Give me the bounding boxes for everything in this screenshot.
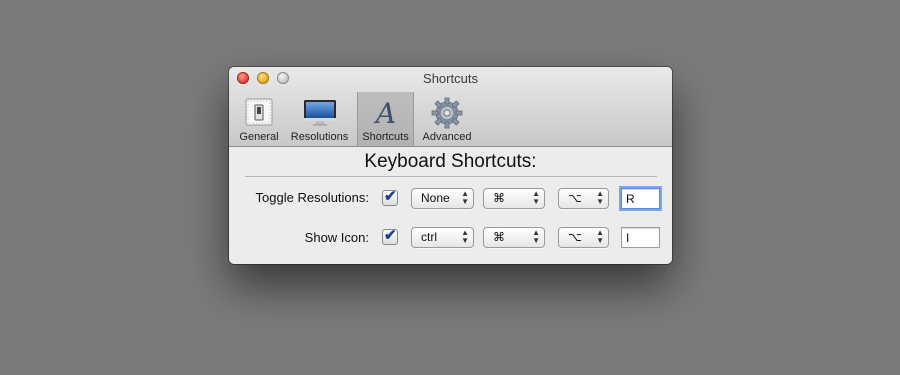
svg-text:A: A (372, 97, 395, 127)
gear-icon (431, 97, 463, 134)
updown-arrows-icon: ▲ ▼ (461, 228, 469, 245)
key-value: I (626, 231, 630, 245)
shortcuts-pane: Keyboard Shortcuts: Toggle Resolutions: … (229, 147, 672, 264)
monitor-icon (302, 97, 338, 132)
tab-shortcuts[interactable]: A Shortcuts (357, 92, 414, 146)
show-icon-key-field[interactable]: I (621, 227, 660, 248)
show-icon-modifier3-popup[interactable]: ⌥ ▲ ▼ (558, 227, 609, 248)
toggle-resolutions-label: Toggle Resolutions: (255, 190, 369, 205)
divider (245, 176, 657, 177)
tab-resolutions-label: Resolutions (290, 131, 349, 143)
show-icon-checkbox[interactable]: ✔ (382, 227, 398, 245)
toggle-resolutions-modifier3-popup[interactable]: ⌥ ▲ ▼ (558, 188, 609, 209)
show-icon-modifier1-popup[interactable]: ctrl ▲ ▼ (411, 227, 474, 248)
general-switch-icon (244, 97, 274, 132)
updown-arrows-icon: ▲ ▼ (532, 189, 540, 206)
checkmark-icon: ✔ (384, 227, 397, 244)
pane-heading: Keyboard Shortcuts: (364, 151, 537, 172)
updown-arrows-icon: ▲ ▼ (532, 228, 540, 245)
toggle-resolutions-modifier1-popup[interactable]: None ▲ ▼ (411, 188, 474, 209)
show-icon-label: Show Icon: (304, 230, 369, 245)
key-value: R (626, 192, 635, 206)
window-toolbar: Shortcuts General Resolutions A Shortcut… (229, 67, 672, 147)
tab-advanced[interactable]: Advanced (418, 92, 476, 146)
updown-arrows-icon: ▲ ▼ (596, 228, 604, 245)
tab-general[interactable]: General (235, 92, 283, 146)
updown-arrows-icon: ▲ ▼ (596, 189, 604, 206)
toggle-resolutions-checkbox[interactable]: ✔ (382, 188, 398, 206)
tab-advanced-label: Advanced (422, 131, 472, 143)
popup-value: None (421, 191, 450, 205)
toggle-resolutions-key-field[interactable]: R (621, 188, 660, 209)
popup-value: ⌘ (493, 230, 505, 244)
popup-value: ⌥ (568, 230, 582, 244)
checkmark-icon: ✔ (384, 188, 397, 205)
popup-value: ⌥ (568, 191, 582, 205)
preferences-window: Shortcuts General Resolutions A Shortcut… (229, 67, 672, 264)
tab-resolutions[interactable]: Resolutions (286, 92, 353, 146)
popup-value: ctrl (421, 230, 437, 244)
updown-arrows-icon: ▲ ▼ (461, 189, 469, 206)
toggle-resolutions-modifier2-popup[interactable]: ⌘ ▲ ▼ (483, 188, 545, 209)
letter-a-icon: A (371, 97, 401, 132)
show-icon-modifier2-popup[interactable]: ⌘ ▲ ▼ (483, 227, 545, 248)
window-title: Shortcuts (423, 71, 478, 86)
tab-general-label: General (239, 131, 279, 143)
tab-shortcuts-label: Shortcuts (362, 131, 409, 143)
popup-value: ⌘ (493, 191, 505, 205)
